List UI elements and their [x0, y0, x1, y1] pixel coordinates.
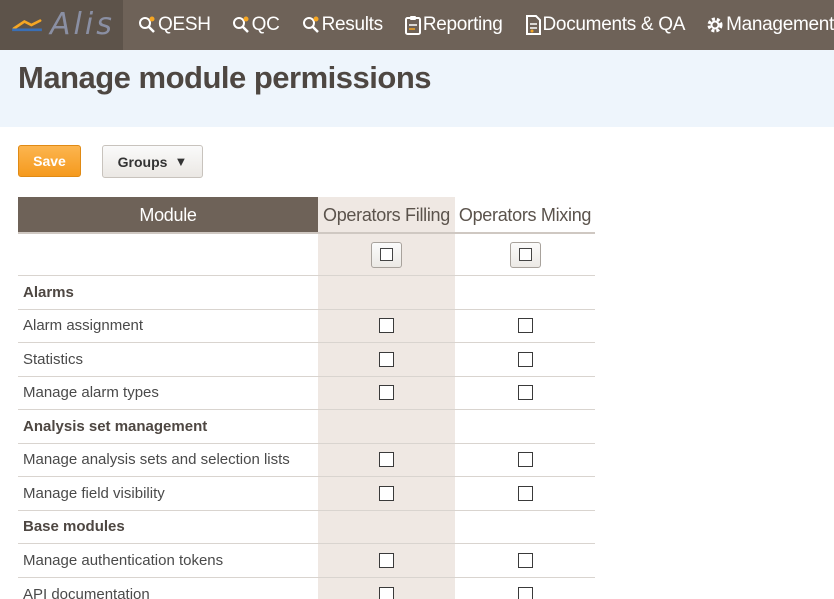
permission-cell: [318, 477, 455, 510]
permission-checkbox[interactable]: [517, 586, 533, 599]
nav-reporting[interactable]: Reporting: [383, 0, 503, 50]
permission-checkbox[interactable]: [379, 318, 394, 334]
table-row: Manage authentication tokens: [18, 544, 595, 578]
permission-cell: [455, 310, 595, 343]
table-row: Manage alarm types: [18, 377, 595, 410]
permissions-table: Module Operators Filling Operators Mixin…: [18, 197, 595, 599]
permission-cell: [455, 444, 595, 477]
module-name: Manage authentication tokens: [23, 551, 224, 569]
permission-cell: [318, 343, 455, 376]
permission-cell: [318, 444, 455, 477]
permission-cell: [455, 578, 595, 599]
table-row: Alarm assignment: [18, 310, 595, 343]
section-label: Analysis set management: [23, 417, 208, 435]
section-row-alarms: Alarms: [18, 276, 595, 310]
permission-cell: [455, 343, 595, 376]
caret-down-icon: ▼: [174, 154, 188, 169]
permission-checkbox[interactable]: [517, 351, 533, 367]
checkbox-icon: [380, 248, 393, 261]
permission-checkbox[interactable]: [517, 552, 533, 568]
permission-cell: [318, 544, 455, 577]
permission-checkbox[interactable]: [517, 385, 533, 401]
nav-results-label: Results: [321, 14, 384, 35]
module-name: Statistics: [23, 350, 84, 368]
nav-reporting-label: Reporting: [422, 14, 503, 35]
select-all-operators-filling-button[interactable]: [371, 241, 402, 268]
permission-cell: [318, 377, 455, 410]
nav-results[interactable]: Results: [280, 0, 383, 50]
nav-management[interactable]: Management: [685, 0, 834, 50]
section-label: Alarms: [23, 283, 74, 301]
nav-qc[interactable]: QC: [211, 0, 280, 50]
page-header: Manage module permissions: [0, 50, 834, 127]
search-gear-icon: [139, 16, 155, 33]
nav-qc-label: QC: [251, 14, 280, 35]
top-navigation: Alis QESH QC Results Reporting Documents…: [0, 0, 834, 50]
permission-checkbox[interactable]: [379, 586, 394, 599]
section-row-analysis-set-management: Analysis set management: [18, 410, 595, 444]
save-button[interactable]: Save: [18, 145, 81, 177]
permission-checkbox[interactable]: [517, 452, 533, 468]
clipboard-icon: [404, 16, 421, 35]
permission-cell: [455, 544, 595, 577]
permission-checkbox[interactable]: [379, 452, 394, 468]
select-all-operators-mixing-button[interactable]: [509, 241, 541, 268]
module-name: API documentation: [23, 585, 150, 599]
nav-qesh[interactable]: QESH: [123, 0, 211, 50]
module-name: Manage analysis sets and selection lists: [23, 451, 290, 469]
section-label: Base modules: [23, 518, 125, 536]
select-all-cell: [455, 234, 595, 275]
permission-checkbox[interactable]: [517, 485, 533, 501]
section-row-base-modules: Base modules: [18, 511, 595, 544]
checkbox-icon: [518, 248, 532, 261]
permission-checkbox[interactable]: [379, 552, 394, 568]
search-gear-icon: [302, 16, 319, 33]
gear-icon: [707, 17, 723, 33]
table-row: Statistics: [18, 343, 595, 377]
table-row: Manage analysis sets and selection lists: [18, 444, 595, 477]
alis-logo[interactable]: Alis: [0, 0, 123, 50]
main-menu: QESH QC Results Reporting Documents & QA…: [123, 0, 834, 50]
permission-checkbox[interactable]: [517, 318, 533, 334]
page-title: Manage module permissions: [18, 60, 432, 95]
permission-checkbox[interactable]: [379, 351, 394, 367]
module-name: Manage field visibility: [23, 484, 165, 502]
select-all-cell: [318, 234, 455, 275]
module-name: Alarm assignment: [23, 317, 144, 335]
permission-cell: [318, 310, 455, 343]
module-column-header: Module: [18, 197, 318, 233]
permission-checkbox[interactable]: [379, 385, 394, 401]
module-name: Manage alarm types: [23, 384, 159, 402]
table-header: Module Operators Filling Operators Mixin…: [18, 197, 595, 234]
group-column-header-operators-filling: Operators Filling: [323, 204, 450, 225]
groups-button-label: Groups: [117, 153, 168, 170]
permission-cell: [455, 477, 595, 510]
permission-checkbox[interactable]: [379, 485, 394, 501]
search-gear-icon: [232, 16, 249, 33]
table-row: Manage field visibility: [18, 477, 595, 511]
select-all-label-cell: [18, 234, 318, 275]
nav-documents-qa[interactable]: Documents & QA: [503, 0, 686, 50]
select-all-row: [18, 234, 595, 276]
nav-management-label: Management: [726, 14, 834, 35]
document-icon: [525, 15, 541, 35]
logo-mark-icon: [12, 19, 42, 32]
table-row: API documentation: [18, 578, 595, 599]
permission-cell: [455, 377, 595, 410]
group-column-header-operators-mixing: Operators Mixing: [458, 204, 592, 225]
logo-text: Alis: [50, 7, 115, 42]
permission-cell: [318, 578, 455, 599]
nav-documents-qa-label: Documents & QA: [542, 14, 686, 35]
groups-dropdown-button[interactable]: Groups ▼: [102, 145, 203, 178]
nav-qesh-label: QESH: [158, 14, 211, 35]
